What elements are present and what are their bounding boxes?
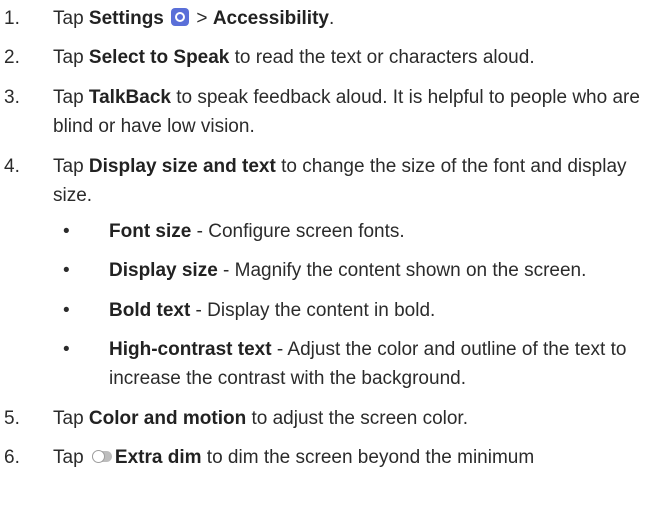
- step-number: 3.: [4, 86, 20, 108]
- step-text: to dim the screen beyond the minimum: [201, 447, 535, 469]
- step-text: .: [328, 8, 335, 29]
- step-text: Tap: [53, 86, 89, 108]
- step-number: 1.: [4, 8, 20, 29]
- toggle-icon: [91, 450, 112, 464]
- step-text: Tap: [53, 155, 89, 177]
- sub-list: • Font size - Configure screen fonts. • Di…: [53, 217, 645, 394]
- step-number: 2.: [4, 47, 20, 69]
- display-size-and-text-label: Display size and text: [88, 155, 276, 177]
- item-text: - Magnify the content shown on the scree…: [217, 260, 587, 282]
- step-text: Tap: [53, 47, 89, 69]
- instruction-list: 1. Tap Settings > Accessibility. 2. Tap Se…: [0, 0, 653, 483]
- bullet: •: [63, 338, 70, 360]
- list-item: • High-contrast text - Adjust the color a…: [53, 335, 645, 394]
- step-1: 1. Tap Settings > Accessibility.: [0, 4, 653, 33]
- step-text: Tap: [53, 407, 89, 429]
- settings-gear-icon: [171, 8, 190, 26]
- bullet: •: [63, 299, 70, 321]
- step-6: 6. Tap Extra dim to dim the screen beyond…: [0, 443, 653, 472]
- list-item: • Bold text - Display the content in bold…: [53, 296, 645, 325]
- settings-label: Settings: [88, 8, 164, 29]
- extra-dim-label: Extra dim: [114, 447, 202, 469]
- bullet: •: [63, 260, 70, 282]
- list-item: • Display size - Magnify the content show…: [53, 256, 645, 285]
- item-text: - Configure screen fonts.: [191, 220, 405, 242]
- step-text: to adjust the screen color.: [246, 407, 468, 429]
- step-2: 2. Tap Select to Speak to read the text o…: [0, 43, 653, 72]
- step-text: to read the text or characters aloud.: [229, 47, 535, 69]
- step-text: Tap: [53, 447, 89, 469]
- step-number: 5.: [4, 407, 20, 429]
- list-item: • Font size - Configure screen fonts.: [53, 217, 645, 246]
- bullet: •: [63, 220, 70, 242]
- high-contrast-text-label: High-contrast text: [109, 338, 272, 360]
- step-number: 6.: [4, 447, 20, 469]
- bold-text-label: Bold text: [109, 299, 191, 321]
- step-text: >: [191, 8, 213, 29]
- color-and-motion-label: Color and motion: [88, 407, 247, 429]
- step-5: 5. Tap Color and motion to adjust the scr…: [0, 404, 653, 433]
- display-size-label: Display size: [109, 260, 218, 282]
- item-text: - Display the content in bold.: [190, 299, 436, 321]
- step-number: 4.: [4, 155, 20, 177]
- step-3: 3. Tap TalkBack to speak feedback aloud. …: [0, 83, 653, 142]
- select-to-speak-label: Select to Speak: [88, 47, 230, 69]
- accessibility-label: Accessibility: [212, 8, 329, 29]
- font-size-label: Font size: [109, 220, 192, 242]
- talkback-label: TalkBack: [88, 86, 171, 108]
- step-4: 4. Tap Display size and text to change th…: [0, 152, 653, 394]
- step-text: Tap: [53, 8, 89, 29]
